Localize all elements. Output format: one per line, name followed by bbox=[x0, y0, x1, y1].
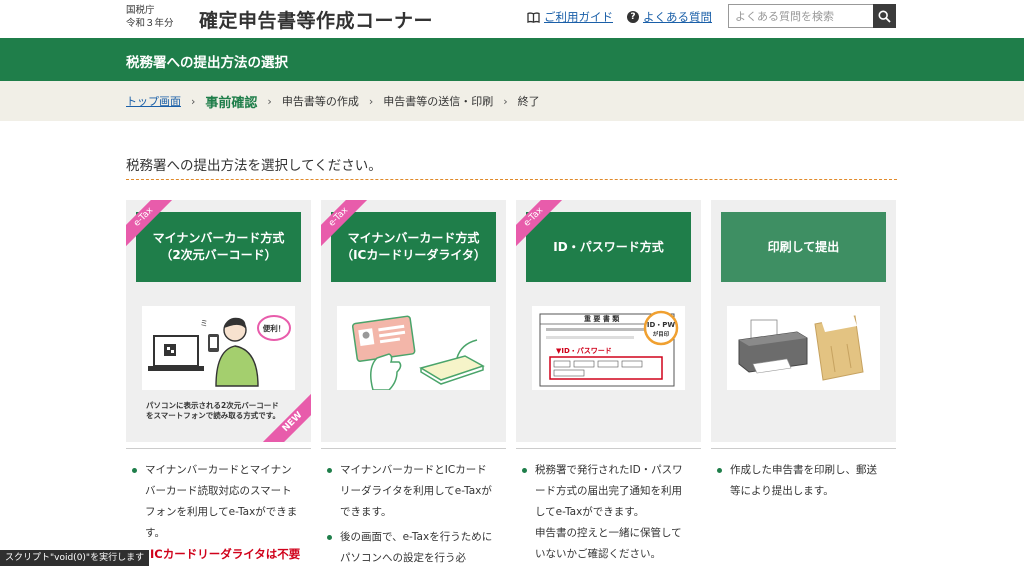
option-button-id-password[interactable]: ID・パスワード方式 bbox=[526, 212, 691, 282]
guide-link-label: ご利用ガイド bbox=[544, 10, 613, 24]
svg-text:ミ: ミ bbox=[200, 319, 208, 328]
site-header: 国税庁 令和３年分 確定申告書等作成コーナー ご利用ガイド ? よくある質問 bbox=[0, 0, 1024, 38]
chevron-right-icon: › bbox=[503, 94, 508, 108]
stamp-line1: ID・PW bbox=[647, 321, 676, 329]
option-card-id-password[interactable]: e-Tax ID・パスワード方式 重 要 書 類 ▼ID・パスワード ID・PW… bbox=[516, 200, 701, 442]
option-title-line1: マイナンバーカード方式 bbox=[152, 231, 285, 245]
tax-year: 令和３年分 bbox=[126, 18, 174, 29]
faq-link-label: よくある質問 bbox=[643, 10, 712, 24]
search-button[interactable] bbox=[873, 4, 896, 28]
printer-envelope-illustration bbox=[727, 306, 880, 390]
book-icon bbox=[527, 11, 540, 23]
option-title-line2: （2次元バーコード） bbox=[160, 248, 277, 262]
description-item: マイナンバーカードとマイナンバーカード読取対応のスマートフォンを利用してe-Ta… bbox=[126, 460, 301, 544]
document-id-label: ▼ID・パスワード bbox=[556, 346, 612, 355]
option-card-mynumber-ic[interactable]: e-Tax マイナンバーカード方式 （ICカードリーダライタ） bbox=[321, 200, 506, 442]
smartphone-qr-illustration: ミ 便利！ bbox=[142, 306, 295, 390]
option-description-print: 作成した申告書を印刷し、郵送等により提出します。 bbox=[711, 460, 886, 506]
option-button-print[interactable]: 印刷して提出 bbox=[721, 212, 886, 282]
guide-link[interactable]: ご利用ガイド bbox=[527, 9, 613, 25]
description-item: 作成した申告書を印刷し、郵送等により提出します。 bbox=[711, 460, 886, 502]
stamp-line2: が目印 bbox=[653, 330, 670, 338]
dashed-divider bbox=[126, 179, 897, 180]
section-band: 税務署への提出方法の選択 bbox=[0, 38, 1024, 81]
option-button-mynumber-qr[interactable]: マイナンバーカード方式 （2次元バーコード） bbox=[136, 212, 301, 282]
option-title-line1: 印刷して提出 bbox=[767, 239, 840, 254]
faq-search bbox=[728, 4, 896, 28]
ic-card-reader-illustration bbox=[337, 306, 490, 391]
convenient-bubble-text: 便利！ bbox=[263, 323, 286, 333]
document-title: 重 要 書 類 bbox=[584, 314, 620, 323]
description-text: 税務署で発行されたID・パスワード方式の届出完了通知を利用してe-Taxができま… bbox=[535, 464, 683, 518]
card-divider bbox=[711, 448, 896, 449]
breadcrumb-step-create: 申告書等の作成 bbox=[281, 95, 359, 108]
app-title[interactable]: 確定申告書等作成コーナー bbox=[199, 6, 433, 33]
ic-reader-not-required-warning: ICカードリーダライタは不要 bbox=[150, 547, 301, 561]
option-description-mynumber-qr: マイナンバーカードとマイナンバーカード読取対応のスマートフォンを利用してe-Ta… bbox=[126, 460, 301, 548]
option-title-line1: マイナンバーカード方式 bbox=[347, 231, 480, 245]
agency-block: 国税庁 令和３年分 bbox=[126, 4, 174, 30]
option-description-id-password: 税務署で発行されたID・パスワード方式の届出完了通知を利用してe-Taxができま… bbox=[516, 460, 691, 566]
option-button-mynumber-ic[interactable]: マイナンバーカード方式 （ICカードリーダライタ） bbox=[331, 212, 496, 282]
breadcrumb: トップ画面 › 事前確認 › 申告書等の作成 › 申告書等の送信・印刷 › 終了 bbox=[0, 81, 1024, 121]
instruction-text: 税務署への提出方法を選択してください。 bbox=[126, 158, 382, 174]
breadcrumb-top-link[interactable]: トップ画面 bbox=[126, 93, 181, 109]
card-divider bbox=[516, 448, 701, 449]
search-input[interactable] bbox=[728, 4, 873, 28]
description-item: 税務署で発行されたID・パスワード方式の届出完了通知を利用してe-Taxができま… bbox=[516, 460, 691, 565]
description-note: 申告書の控えと一緒に保管していないかご確認ください。 bbox=[535, 527, 682, 560]
option-card-print[interactable]: 印刷して提出 bbox=[711, 200, 896, 442]
option-caption: パソコンに表示される2次元バーコード をスマートフォンで読み取る方式です。 bbox=[146, 401, 280, 421]
option-card-mynumber-qr[interactable]: e-Tax マイナンバーカード方式 （2次元バーコード） ミ 便利！ パソコンに… bbox=[126, 200, 311, 442]
option-description-mynumber-ic: マイナンバーカードとICカードリーダライタを利用してe-Taxができます。 後の… bbox=[321, 460, 496, 566]
section-title: 税務署への提出方法の選択 bbox=[126, 55, 288, 71]
breadcrumb-current-step: 事前確認 bbox=[205, 95, 258, 111]
chevron-right-icon: › bbox=[191, 94, 196, 108]
option-title-line2: （ICカードリーダライタ） bbox=[341, 248, 486, 262]
chevron-right-icon: › bbox=[267, 94, 272, 108]
description-item: マイナンバーカードとICカードリーダライタを利用してe-Taxができます。 bbox=[321, 460, 496, 523]
browser-status-tooltip: スクリプト"void(0)"を実行します bbox=[0, 550, 150, 566]
description-item: 後の画面で、e-Taxを行うためにパソコンへの設定を行う必 bbox=[321, 527, 496, 566]
option-caption-line1: パソコンに表示される2次元バーコード bbox=[146, 401, 279, 410]
chevron-right-icon: › bbox=[368, 94, 374, 108]
faq-link[interactable]: ? よくある質問 bbox=[627, 9, 712, 25]
breadcrumb-step-send: 申告書等の送信・印刷 bbox=[383, 95, 494, 108]
card-divider bbox=[126, 448, 311, 449]
agency-name: 国税庁 bbox=[126, 5, 155, 16]
card-divider bbox=[321, 448, 506, 449]
breadcrumb-step-end: 終了 bbox=[517, 95, 540, 108]
id-password-notice-illustration: 重 要 書 類 ▼ID・パスワード ID・PW が目印 bbox=[532, 306, 685, 390]
option-title-line1: ID・パスワード方式 bbox=[553, 239, 664, 254]
option-caption-line2: をスマートフォンで読み取る方式です。 bbox=[146, 411, 281, 420]
question-icon: ? bbox=[627, 11, 639, 23]
search-icon bbox=[878, 9, 891, 23]
